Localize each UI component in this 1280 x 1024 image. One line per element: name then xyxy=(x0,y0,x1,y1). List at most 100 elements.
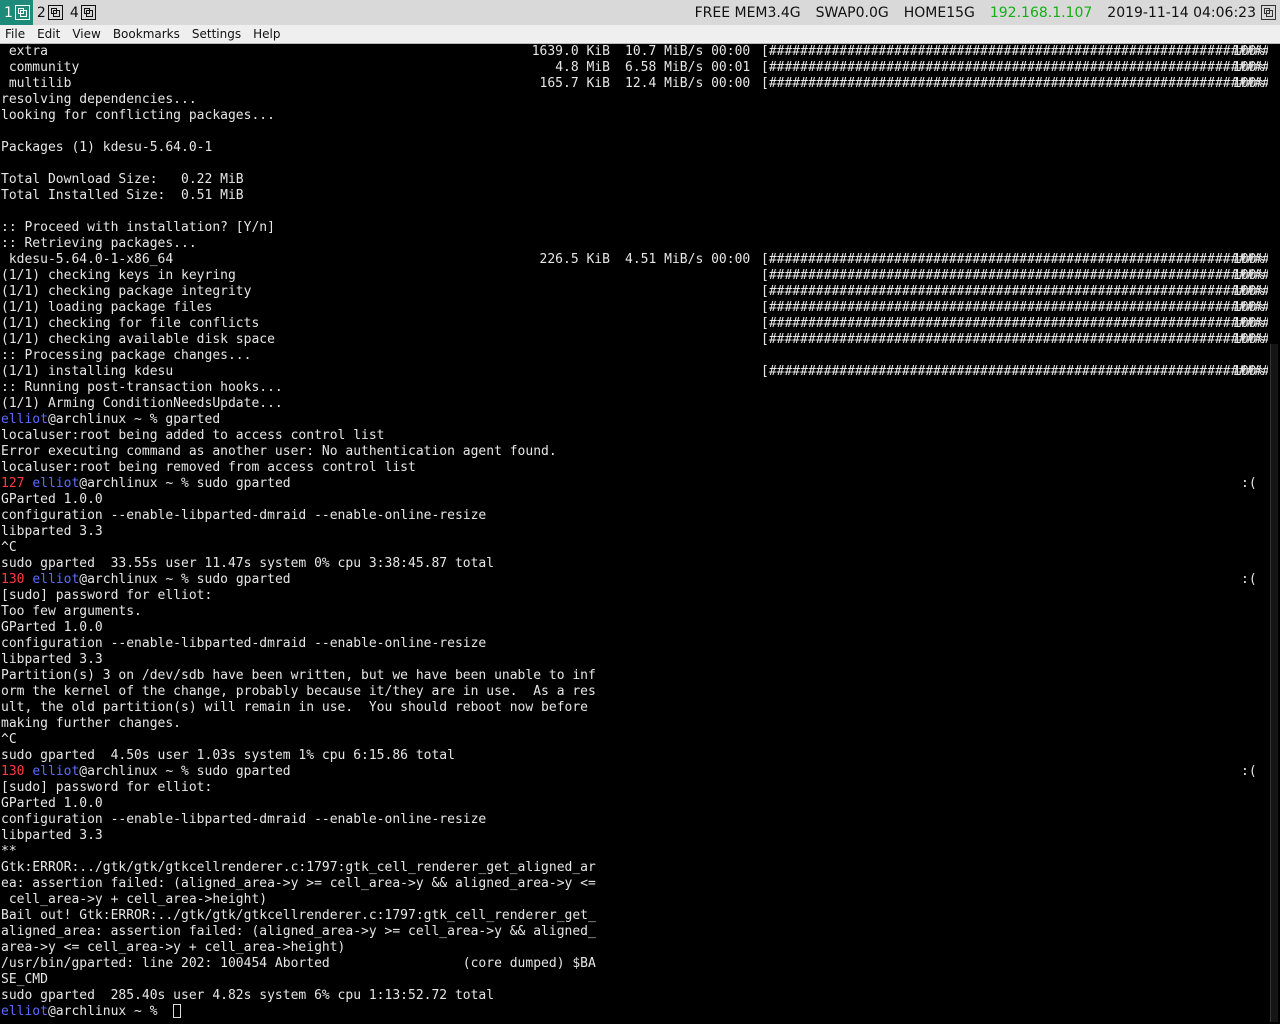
exit-status-indicator: :( xyxy=(1241,572,1257,587)
terminal-line: (1/1) checking for file conflicts [######… xyxy=(0,316,1268,332)
output-text: :: Proceed with installation? [Y/n] xyxy=(1,220,275,235)
terminal-line: GParted 1.0.0 xyxy=(0,620,1268,636)
workspace-number: 1 xyxy=(4,4,13,21)
progress-bar: [#######################################… xyxy=(761,332,1268,347)
terminal-line: libparted 3.3 xyxy=(0,652,1268,668)
exit-status-indicator: :( xyxy=(1241,764,1257,779)
menu-file[interactable]: File xyxy=(0,27,31,41)
output-text: cell_area->y + cell_area->height) xyxy=(1,892,268,907)
prompt-command: @archlinux ~ % sudo gparted xyxy=(79,572,291,587)
output-text: /usr/bin/gparted: line 202: 100454 Abort… xyxy=(1,956,596,971)
output-text: Gtk:ERROR:../gtk/gtk/gtkcellrenderer.c:1… xyxy=(1,860,596,875)
prompt-user: elliot xyxy=(1,1004,48,1019)
output-text: Packages (1) kdesu-5.64.0-1 xyxy=(1,140,213,155)
terminal-line: sudo gparted 4.50s user 1.03s system 1% … xyxy=(0,748,1268,764)
terminal-line: configuration --enable-libparted-dmraid … xyxy=(0,812,1268,828)
terminal-line: elliot@archlinux ~ % xyxy=(0,1004,1268,1020)
terminal-line: :: Running post-transaction hooks... xyxy=(0,380,1268,396)
output-text: Total Download Size: 0.22 MiB xyxy=(1,172,244,187)
progress-bar: [#######################################… xyxy=(761,76,1268,91)
terminal-line: elliot@archlinux ~ % gparted xyxy=(0,412,1268,428)
terminal-line: :: Proceed with installation? [Y/n] xyxy=(0,220,1268,236)
workspace-number: 2 xyxy=(36,4,46,21)
download-size: 226.5 KiB xyxy=(539,252,610,267)
terminal-line: configuration --enable-libparted-dmraid … xyxy=(0,508,1268,524)
prompt-command: @archlinux ~ % sudo gparted xyxy=(79,764,291,779)
output-text: Partition(s) 3 on /dev/sdb have been wri… xyxy=(1,668,596,683)
terminal-line: (1/1) checking available disk space [####… xyxy=(0,332,1268,348)
terminal-line: making further changes. xyxy=(0,716,1268,732)
terminal-line: ^C xyxy=(0,732,1268,748)
layout-switch-icon[interactable] xyxy=(1261,5,1276,20)
output-text: :: Retrieving packages... xyxy=(1,236,197,251)
output-text: libparted 3.3 xyxy=(1,652,103,667)
output-text: libparted 3.3 xyxy=(1,828,103,843)
terminal-scrollbar[interactable] xyxy=(1268,44,1280,1024)
progress-percent: 100% xyxy=(1233,300,1265,315)
menu-bar: File Edit View Bookmarks Settings Help xyxy=(0,25,1280,44)
output-text: [sudo] password for elliot: xyxy=(1,780,213,795)
output-text: Total Installed Size: 0.51 MiB xyxy=(1,188,244,203)
terminal-line: configuration --enable-libparted-dmraid … xyxy=(0,636,1268,652)
workspace-2-button[interactable]: 2 xyxy=(33,0,66,25)
terminal-line: 130 elliot@archlinux ~ % sudo gparted :( xyxy=(0,764,1268,780)
output-text: making further changes. xyxy=(1,716,182,731)
terminal-line: SE_CMD xyxy=(0,972,1268,988)
output-text: aligned_area: assertion failed: (aligned… xyxy=(1,924,596,939)
progress-bar: [#######################################… xyxy=(761,252,1268,267)
output-text: Too few arguments. xyxy=(1,604,142,619)
output-text: looking for conflicting packages... xyxy=(1,108,275,123)
shell-prompt: 127 elliot@archlinux ~ % sudo gparted xyxy=(1,476,291,492)
output-text: sudo gparted 4.50s user 1.03s system 1% … xyxy=(1,748,455,763)
prompt-user: elliot xyxy=(32,476,80,491)
terminal-line: sudo gparted 33.55s user 11.47s system 0… xyxy=(0,556,1268,572)
output-text: ult, the old partition(s) will remain in… xyxy=(1,700,588,715)
terminal-line: ea: assertion failed: (aligned_area->y >… xyxy=(0,876,1268,892)
download-rate: 12.4 MiB/s 00:00 xyxy=(625,76,751,91)
progress-percent: 100% xyxy=(1233,252,1265,267)
system-status: FREE MEM3.4G SWAP0.0G HOME15G 192.168.1.… xyxy=(680,0,1256,25)
output-text: localuser:root being added to access con… xyxy=(1,428,385,443)
workspace-4-button[interactable]: 4 xyxy=(66,0,99,25)
workspace-number: 4 xyxy=(69,4,79,21)
scrollbar-thumb[interactable] xyxy=(1270,344,1278,1022)
terminal-line: cell_area->y + cell_area->height) xyxy=(0,892,1268,908)
terminal-line: Total Download Size: 0.22 MiB xyxy=(0,172,1268,188)
terminal-line: area->y <= cell_area->y + cell_area->hei… xyxy=(0,940,1268,956)
shell-prompt: 130 elliot@archlinux ~ % sudo gparted xyxy=(1,572,291,588)
output-text: Error executing command as another user:… xyxy=(1,444,557,459)
menu-settings[interactable]: Settings xyxy=(186,27,247,41)
prompt-user: elliot xyxy=(32,764,80,779)
prompt-user: elliot xyxy=(32,572,80,587)
workspace-1-button[interactable]: 1 xyxy=(0,0,33,25)
output-text: ^C xyxy=(1,732,17,747)
exit-code: 127 xyxy=(1,476,25,491)
terminal-line: (1/1) checking package integrity [#######… xyxy=(0,284,1268,300)
exit-code: 130 xyxy=(1,764,25,779)
output-text: sudo gparted 285.40s user 4.82s system 6… xyxy=(1,988,495,1003)
terminal-line: Too few arguments. xyxy=(0,604,1268,620)
exit-code: 130 xyxy=(1,572,25,587)
output-text: configuration --enable-libparted-dmraid … xyxy=(1,812,487,827)
progress-percent: 100% xyxy=(1233,44,1265,59)
terminal-line: localuser:root being removed from access… xyxy=(0,460,1268,476)
progress-percent: 100% xyxy=(1233,268,1265,283)
progress-bar: [#######################################… xyxy=(761,268,1268,283)
terminal-line: (1/1) installing kdesu [#################… xyxy=(0,364,1268,380)
window-layout-icon xyxy=(80,5,96,20)
menu-help[interactable]: Help xyxy=(247,27,286,41)
ip-address: 192.168.1.107 xyxy=(989,4,1093,21)
menu-bookmarks[interactable]: Bookmarks xyxy=(107,27,186,41)
terminal-output[interactable]: extra 1639.0 KiB 10.7 MiB/s 00:00 [########… xyxy=(0,44,1268,1024)
menu-view[interactable]: View xyxy=(66,27,106,41)
output-text: SE_CMD xyxy=(1,972,48,987)
menu-edit[interactable]: Edit xyxy=(31,27,66,41)
output-text: (1/1) Arming ConditionNeedsUpdate... xyxy=(1,396,283,411)
terminal-line: (1/1) checking keys in keyring [#########… xyxy=(0,268,1268,284)
progress-percent: 100% xyxy=(1233,60,1265,75)
output-text: libparted 3.3 xyxy=(1,524,103,539)
terminal-line: ** xyxy=(0,844,1268,860)
